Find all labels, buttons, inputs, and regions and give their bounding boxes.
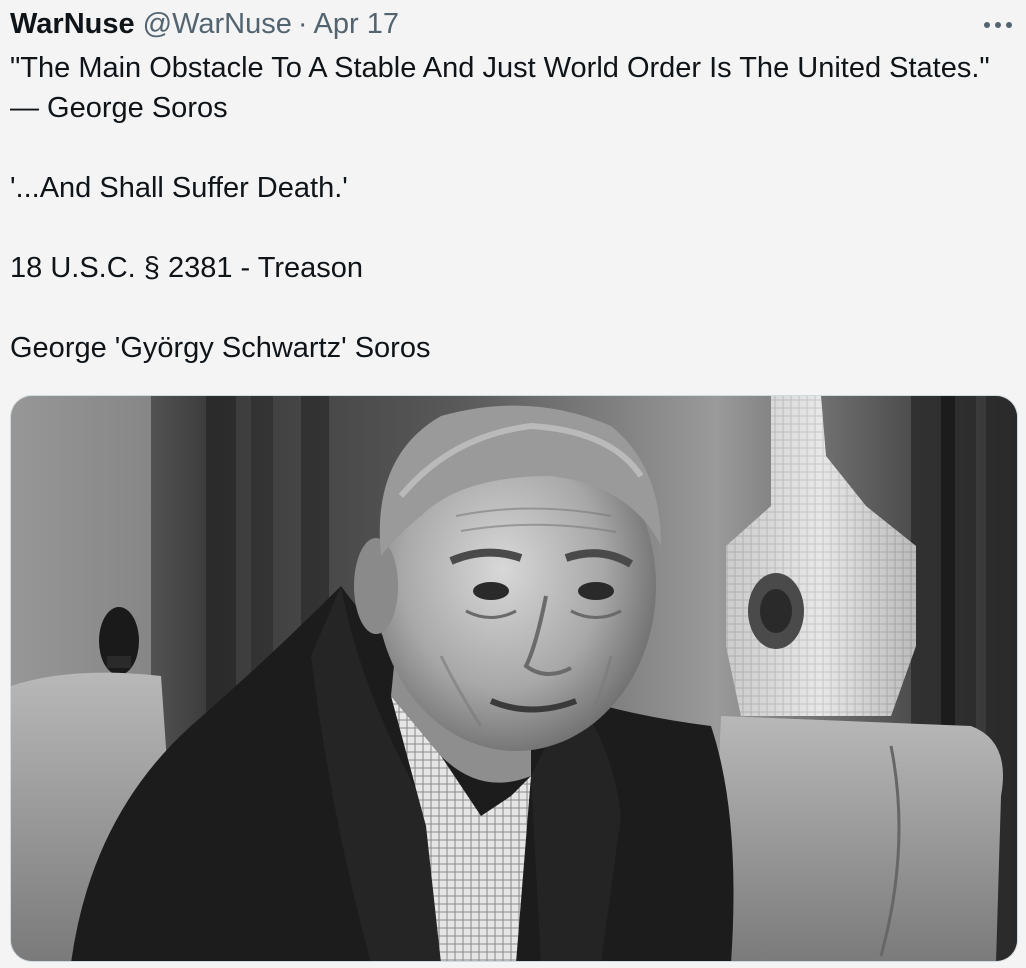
header-separator: ·	[297, 7, 308, 40]
author-handle[interactable]: @WarNuse	[143, 8, 292, 41]
more-options-button[interactable]	[978, 10, 1018, 40]
tweet-timestamp[interactable]: Apr 17	[314, 8, 399, 41]
portrait-photo	[11, 396, 1017, 961]
tweet-card[interactable]: WarNuse @WarNuse · Apr 17 "The Main Obst…	[0, 0, 1026, 968]
tweet-text-line-4: George 'György Schwartz' Soros	[10, 332, 431, 364]
more-horizontal-icon	[984, 22, 1012, 28]
tweet-text-quote: "The Main Obstacle To A Stable And Just …	[10, 52, 998, 124]
author-display-name[interactable]: WarNuse	[10, 8, 135, 41]
tweet-header: WarNuse @WarNuse · Apr 17	[10, 6, 399, 42]
tweet-text-line-2: '...And Shall Suffer Death.'	[10, 172, 348, 204]
tweet-text: "The Main Obstacle To A Stable And Just …	[10, 48, 1000, 368]
tweet-text-line-3: 18 U.S.C. § 2381 - Treason	[10, 252, 364, 284]
tweet-photo[interactable]	[10, 395, 1018, 962]
